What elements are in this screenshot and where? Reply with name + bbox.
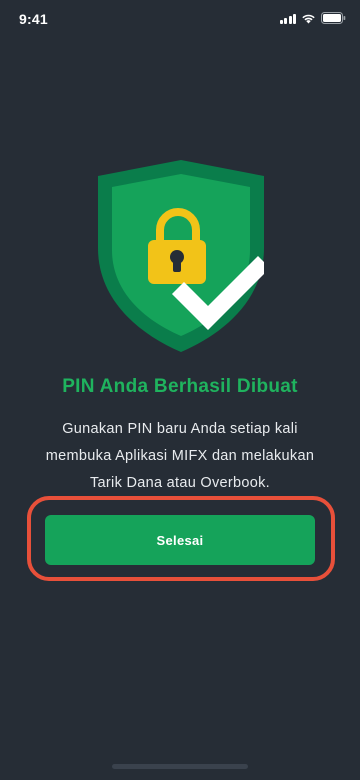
status-time: 9:41 xyxy=(19,11,48,27)
cellular-signal-icon xyxy=(279,13,296,24)
description: Gunakan PIN baru Anda setiap kali membuk… xyxy=(20,416,340,497)
page-title: PIN Anda Berhasil Dibuat xyxy=(62,376,298,397)
home-indicator xyxy=(112,764,248,769)
status-icons xyxy=(279,12,347,24)
battery-icon xyxy=(321,12,346,24)
status-bar: 9:41 xyxy=(0,0,360,40)
shield-lock-check-icon xyxy=(98,160,264,352)
description-line: Gunakan PIN baru Anda setiap kali xyxy=(62,421,298,437)
description-line: membuka Aplikasi MIFX dan melakukan xyxy=(45,448,315,464)
description-line: Tarik Dana atau Overbook. xyxy=(90,475,270,491)
done-button[interactable]: Selesai xyxy=(45,515,315,565)
wifi-icon xyxy=(302,14,315,23)
